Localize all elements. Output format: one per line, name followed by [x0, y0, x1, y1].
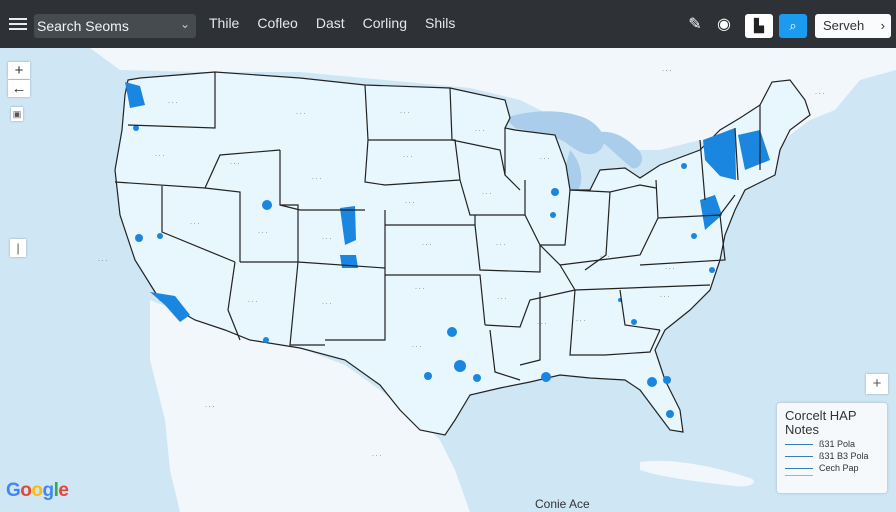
svg-text:· · ·: · · · [482, 191, 491, 197]
svg-text:· · ·: · · · [537, 321, 546, 327]
svg-text:· · ·: · · · [660, 294, 669, 300]
svg-text:· · ·: · · · [190, 221, 199, 227]
svg-text:· · ·: · · · [230, 161, 239, 167]
pencil-icon[interactable]: ✎ [684, 14, 706, 36]
search-button-label: Serveh [823, 18, 865, 33]
svg-text:· · ·: · · · [405, 200, 414, 206]
google-logo-letter: o [20, 480, 32, 501]
chevron-right-icon: › [880, 18, 885, 33]
nav-link-4[interactable]: Corling [363, 15, 407, 31]
building-icon-button[interactable]: ▙ [745, 14, 773, 38]
svg-text:· · ·: · · · [475, 128, 484, 134]
svg-text:· · ·: · · · [168, 100, 177, 106]
google-logo-letter: g [42, 480, 55, 501]
svg-text:· · ·: · · · [422, 242, 431, 248]
nav-link-1[interactable]: Thile [209, 15, 239, 31]
zoom-in-button[interactable]: + [8, 62, 30, 79]
legend-item [785, 475, 879, 476]
expand-button[interactable]: + [866, 374, 888, 394]
legend-item: ß31 B3 Pola [785, 451, 879, 461]
svg-text:· · ·: · · · [372, 453, 381, 459]
layers-icon[interactable]: ▣ [11, 107, 23, 121]
legend-subtitle: Notes [785, 422, 819, 437]
nav-links: Thile Cofleo Dast Corling Shils [209, 15, 473, 31]
search-input[interactable]: Search Seoms ⌄ [34, 14, 196, 38]
bottom-map-label: Conie Ace [535, 497, 590, 511]
svg-text:· · ·: · · · [662, 68, 671, 74]
svg-text:· · ·: · · · [540, 156, 549, 162]
camera-icon[interactable]: ◉ [713, 14, 735, 36]
svg-text:· · ·: · · · [600, 254, 609, 260]
chevron-down-icon[interactable]: ⌄ [180, 17, 190, 31]
svg-text:· · ·: · · · [497, 296, 506, 302]
search-button[interactable]: Serveh › [815, 14, 891, 38]
search-input-text: Search Seoms [37, 18, 129, 34]
nav-link-5[interactable]: Shils [425, 15, 455, 31]
nav-link-3[interactable]: Dast [316, 15, 345, 31]
map-legend: Corcelt HAP Notes ß31 Pola ß31 B3 Pola C… [777, 403, 887, 493]
svg-text:· · ·: · · · [258, 230, 267, 236]
svg-text:· · ·: · · · [322, 236, 331, 242]
svg-text:· · ·: · · · [576, 318, 585, 324]
menu-icon[interactable] [9, 15, 27, 31]
svg-text:· · ·: · · · [205, 404, 214, 410]
nav-link-2[interactable]: Cofleo [257, 15, 297, 31]
svg-text:· · ·: · · · [322, 301, 331, 307]
google-logo-letter: G [6, 480, 21, 501]
top-toolbar: Search Seoms ⌄ Thile Cofleo Dast Corling… [0, 0, 896, 48]
google-logo-letter: o [31, 480, 43, 501]
svg-text:· · ·: · · · [400, 110, 409, 116]
svg-text:· · ·: · · · [412, 344, 421, 350]
svg-text:· · ·: · · · [98, 258, 107, 264]
svg-text:· · ·: · · · [496, 242, 505, 248]
side-handle[interactable]: | [10, 239, 26, 257]
map-canvas[interactable]: · · · · · · · · · · · · · · · · · · · · … [0, 0, 896, 512]
svg-text:· · ·: · · · [403, 154, 412, 160]
svg-text:· · ·: · · · [248, 299, 257, 305]
svg-text:· · ·: · · · [296, 111, 305, 117]
svg-text:· · ·: · · · [155, 153, 164, 159]
svg-text:· · ·: · · · [312, 176, 321, 182]
svg-text:· · ·: · · · [415, 286, 424, 292]
legend-item: ß31 Pola [785, 439, 879, 449]
svg-text:· · ·: · · · [665, 266, 674, 272]
search-icon-button[interactable]: ⌕ [779, 14, 807, 38]
google-logo: Google [6, 480, 69, 502]
zoom-out-button[interactable]: ← [8, 80, 30, 97]
svg-text:· · ·: · · · [815, 91, 824, 97]
legend-title: Corcelt HAP [785, 408, 857, 423]
google-logo-letter: e [58, 480, 69, 501]
legend-item: Cech Pap [785, 463, 879, 473]
